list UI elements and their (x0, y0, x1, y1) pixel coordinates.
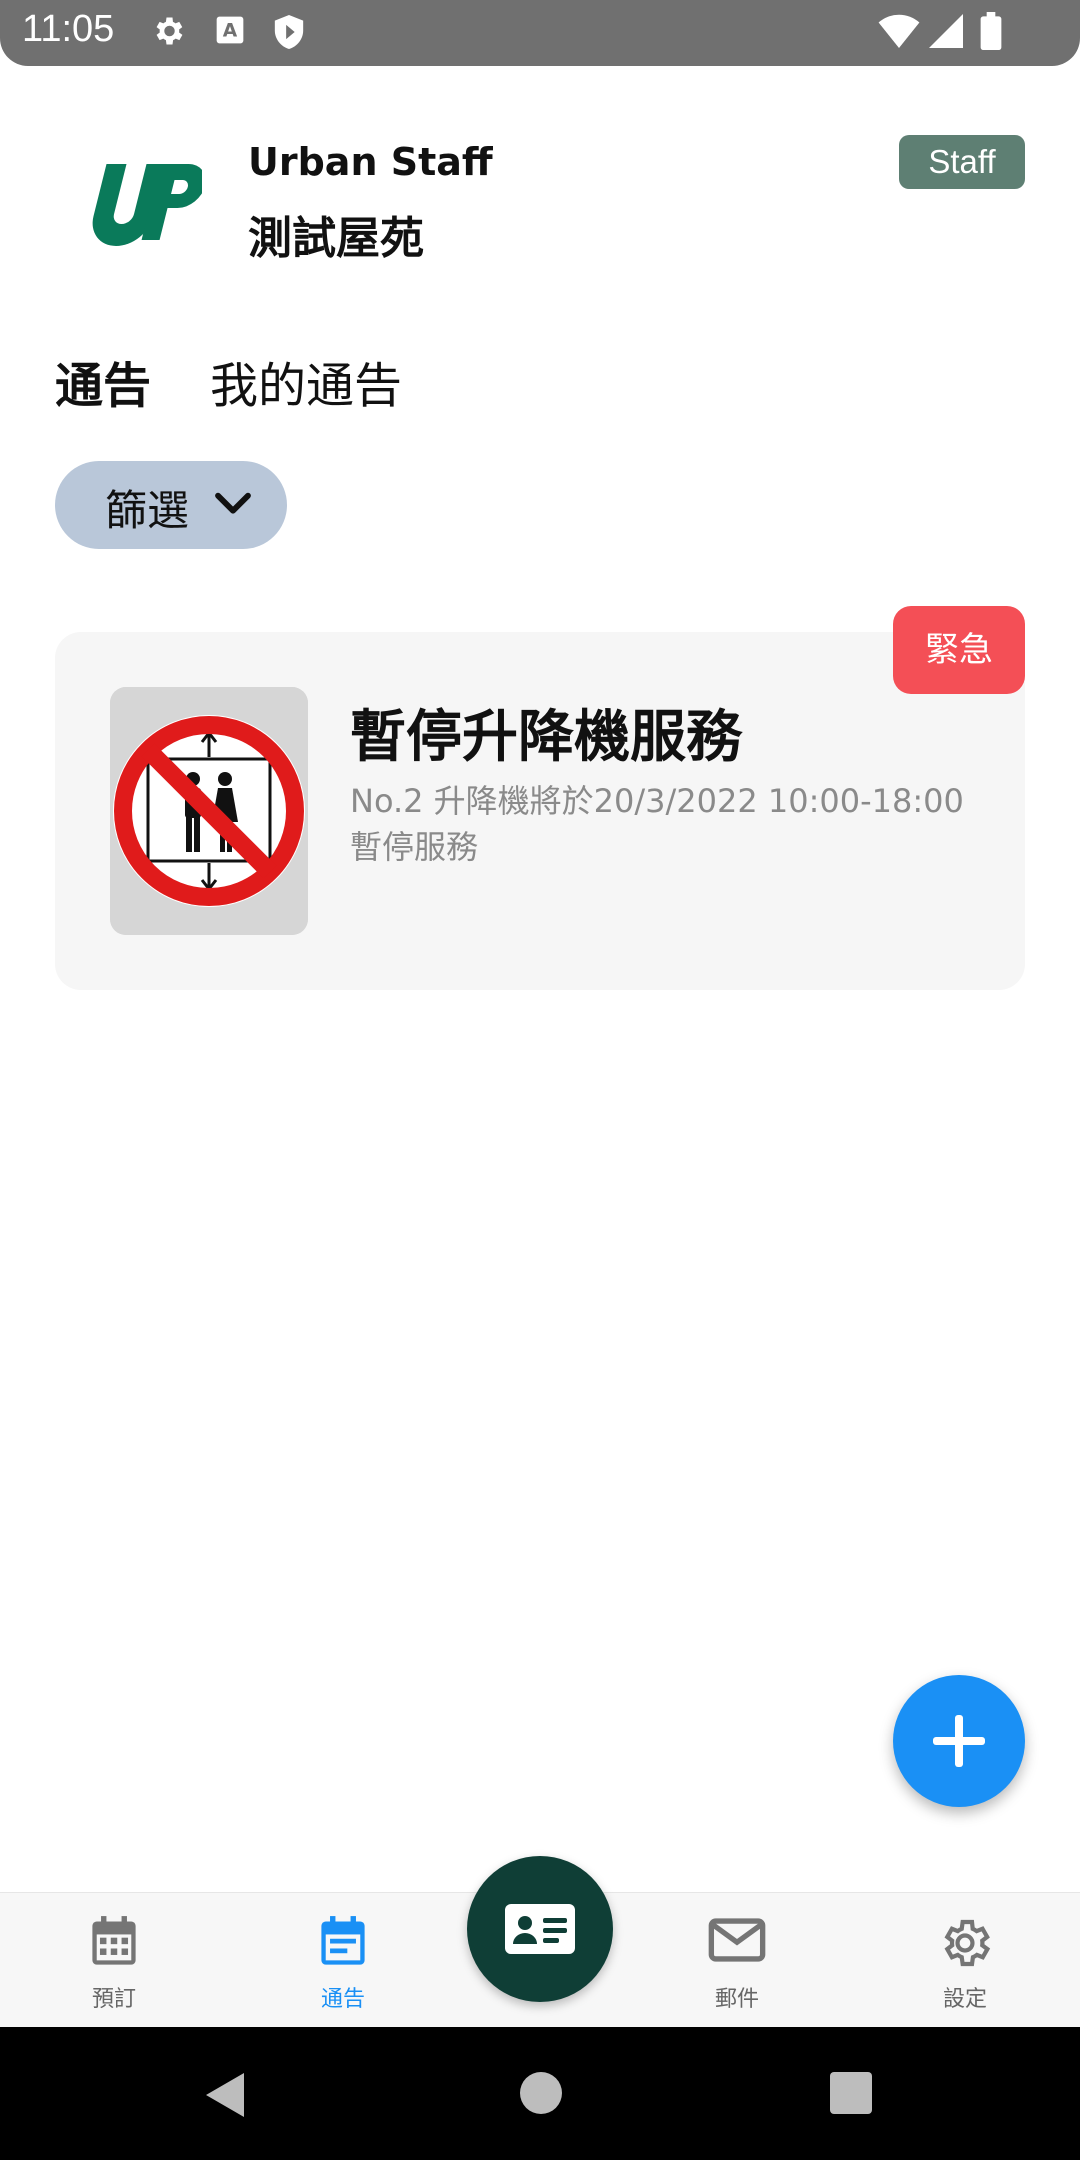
nav-item-notices[interactable]: 通告 (268, 1893, 418, 2028)
nav-item-booking[interactable]: 預訂 (39, 1893, 189, 2028)
signal-icon (928, 14, 964, 52)
status-bar: 11:05 A (0, 0, 1080, 66)
notice-card[interactable]: 暫停升降機服務 No.2 升降機將於20/3/2022 10:00-18:00 … (55, 632, 1025, 990)
mail-icon (708, 1918, 766, 1962)
tab-notices[interactable]: 通告 (55, 346, 151, 416)
svg-text:A: A (223, 21, 238, 42)
role-badge: Staff (899, 135, 1025, 189)
shield-icon (272, 13, 306, 55)
system-nav-bar (0, 2027, 1080, 2160)
id-card-icon (505, 1904, 575, 1954)
chevron-down-icon (213, 489, 253, 523)
filter-button[interactable]: 篩選 (55, 461, 287, 549)
notice-image (110, 687, 308, 935)
estate-name: 測試屋苑 (248, 213, 424, 264)
settings-icon (944, 1919, 991, 1967)
battery-icon (980, 12, 1002, 54)
add-notice-button[interactable] (893, 1675, 1025, 1807)
notice-title: 暫停升降機服務 (350, 705, 742, 770)
nav-item-mail[interactable]: 郵件 (662, 1893, 812, 2028)
notice-calendar-icon (321, 1916, 365, 1965)
calendar-icon (92, 1916, 136, 1965)
id-card-button[interactable] (467, 1856, 613, 2002)
back-icon[interactable] (204, 2071, 246, 2123)
notice-description: No.2 升降機將於20/3/2022 10:00-18:00 暫停服務 (350, 782, 964, 866)
wifi-icon (878, 14, 920, 52)
tab-my-notices[interactable]: 我的通告 (210, 346, 402, 416)
urgent-badge: 緊急 (893, 606, 1025, 694)
nav-label-settings: 設定 (942, 1987, 987, 2012)
a-icon: A (214, 13, 246, 51)
app-name: Urban Staff (248, 140, 493, 184)
home-icon[interactable] (519, 2071, 563, 2119)
nav-item-settings[interactable]: 設定 (890, 1893, 1040, 2028)
recents-icon[interactable] (829, 2071, 873, 2119)
filter-label: 篩選 (105, 486, 190, 535)
gear-icon (150, 13, 186, 53)
urban-logo (78, 158, 206, 250)
status-time: 11:05 (22, 8, 115, 50)
nav-label-notices: 通告 (320, 1987, 365, 2012)
nav-label-mail: 郵件 (714, 1987, 759, 2012)
nav-label-booking: 預訂 (91, 1987, 136, 2012)
plus-icon (933, 1715, 985, 1767)
